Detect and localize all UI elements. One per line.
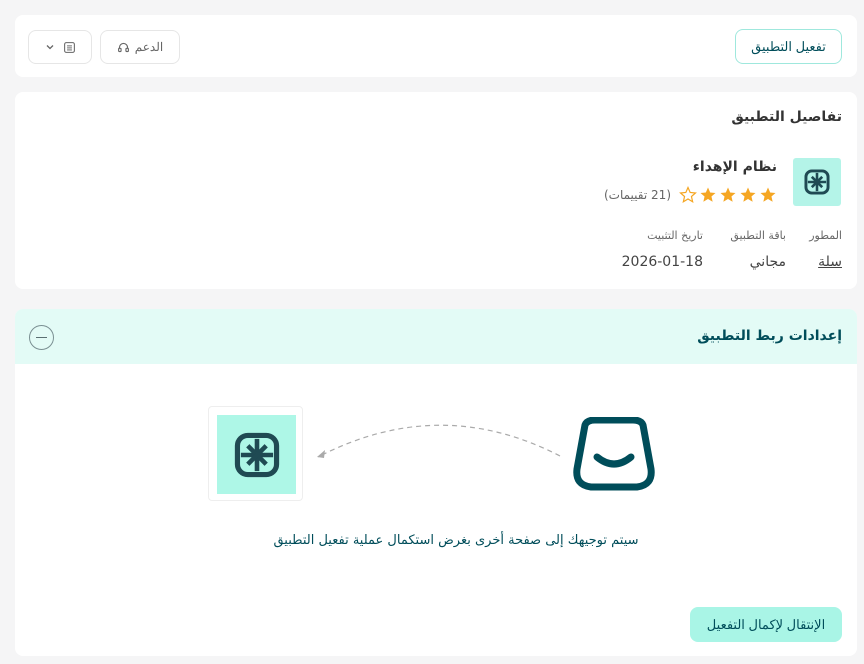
- install-date-field: تاريخ التثبيت 2026-01-18: [622, 229, 703, 270]
- app-details-card: تفاصيل التطبيق نظام الإهداء (21 تقييمات)…: [15, 92, 857, 289]
- star-empty-icon: [679, 186, 697, 203]
- collapse-button[interactable]: [29, 325, 54, 350]
- proceed-activation-button[interactable]: الإنتقال لإكمال التفعيل: [690, 607, 842, 642]
- rating-count: (21 تقييمات): [603, 188, 671, 202]
- star-filled-icon: [700, 187, 716, 202]
- integration-header: إعدادات ربط التطبيق: [15, 309, 857, 364]
- plan-field: باقة التطبيق مجاني: [730, 229, 786, 270]
- app-logo: [793, 158, 841, 206]
- salla-logo-icon: [573, 417, 655, 491]
- install-date-value: 2026-01-18: [621, 254, 703, 270]
- redirect-arrow: [317, 424, 561, 458]
- details-title: تفاصيل التطبيق: [731, 109, 842, 125]
- support-button[interactable]: الدعم: [100, 30, 180, 64]
- star-filled-icon: [740, 187, 756, 202]
- plan-label: باقة التطبيق: [730, 229, 786, 242]
- list-icon: [63, 41, 75, 53]
- gift-app-icon: [804, 169, 830, 195]
- install-date-label: تاريخ التثبيت: [647, 229, 703, 242]
- activate-app-button[interactable]: تفعيل التطبيق: [735, 29, 842, 64]
- app-name: نظام الإهداء: [692, 159, 777, 175]
- headset-icon: [117, 42, 129, 52]
- developer-field: المطور سلة: [809, 229, 842, 270]
- activate-app-label: تفعيل التطبيق: [751, 38, 826, 54]
- support-label: الدعم: [134, 40, 164, 54]
- developer-link[interactable]: سلة: [809, 254, 842, 270]
- integration-title: إعدادات ربط التطبيق: [697, 328, 842, 344]
- integration-settings-card: إعدادات ربط التطبيق سيتم توجيهك إلى صفحة…: [15, 309, 857, 656]
- proceed-activation-label: الإنتقال لإكمال التفعيل: [706, 616, 826, 632]
- minus-icon: [36, 337, 47, 338]
- star-filled-icon: [720, 187, 736, 202]
- redirect-message: سيتم توجيهك إلى صفحة أخرى بغرض استكمال ع…: [273, 533, 639, 548]
- plan-value: مجاني: [749, 254, 786, 270]
- top-bar: تفعيل التطبيق الدعم: [15, 15, 857, 77]
- chevron-down-icon: [46, 45, 53, 50]
- menu-dropdown-button[interactable]: [28, 30, 92, 64]
- star-filled-icon: [760, 187, 776, 202]
- developer-label: المطور: [809, 229, 842, 242]
- rating: (21 تقييمات): [604, 186, 777, 204]
